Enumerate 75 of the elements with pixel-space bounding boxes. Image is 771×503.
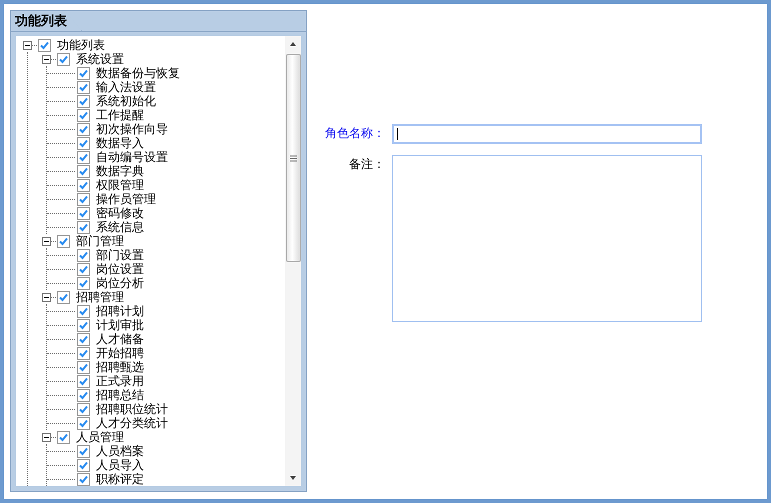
tree-item[interactable]: 人员管理	[76, 430, 124, 444]
checkbox[interactable]	[77, 346, 90, 360]
tree-item[interactable]: 功能列表	[57, 38, 105, 52]
collapse-icon[interactable]	[42, 292, 51, 302]
checkbox[interactable]	[77, 444, 90, 458]
tree-item[interactable]: 人才分类统计	[96, 416, 168, 430]
checkbox[interactable]	[77, 164, 90, 178]
tree-item[interactable]: 数据字典	[96, 164, 144, 178]
scrollbar[interactable]	[285, 36, 301, 486]
tree-item[interactable]: 招聘总结	[96, 388, 144, 402]
checkbox[interactable]	[77, 220, 90, 234]
tree-item[interactable]: 操作员管理	[96, 192, 156, 206]
notes-field[interactable]	[392, 155, 702, 322]
collapse-icon[interactable]	[23, 40, 32, 50]
tree-item[interactable]: 开始招聘	[96, 346, 144, 360]
checkbox[interactable]	[77, 332, 90, 346]
checkbox[interactable]	[57, 234, 70, 248]
checkbox[interactable]	[77, 416, 90, 430]
tree-item[interactable]: 岗位设置	[96, 262, 144, 276]
checkbox[interactable]	[57, 430, 70, 444]
tree-item[interactable]: 正式录用	[96, 374, 144, 388]
tree-item[interactable]: 招聘计划	[96, 304, 144, 318]
checkbox[interactable]	[77, 192, 90, 206]
tree-item[interactable]: 系统初始化	[96, 94, 156, 108]
checkbox[interactable]	[77, 360, 90, 374]
tree-item[interactable]: 人才储备	[96, 332, 144, 346]
checkbox[interactable]	[38, 38, 51, 52]
checkbox[interactable]	[77, 276, 90, 290]
checkbox[interactable]	[77, 206, 90, 220]
checkbox[interactable]	[77, 374, 90, 388]
checkbox[interactable]	[77, 108, 90, 122]
checkbox[interactable]	[77, 80, 90, 94]
tree-item[interactable]: 职称评定	[96, 472, 144, 486]
checkbox[interactable]	[77, 94, 90, 108]
tree-item[interactable]: 人员档案	[96, 444, 144, 458]
tree-item[interactable]: 岗位分析	[96, 276, 144, 290]
field-label: 角色名称：	[324, 125, 385, 142]
collapse-icon[interactable]	[42, 432, 51, 442]
checkbox[interactable]	[77, 472, 90, 486]
checkbox[interactable]	[57, 290, 70, 304]
checkbox[interactable]	[77, 122, 90, 136]
tree-item[interactable]: 工作提醒	[96, 108, 144, 122]
checkbox[interactable]	[77, 136, 90, 150]
checkbox[interactable]	[77, 458, 90, 472]
tree-item[interactable]: 数据备份与恢复	[96, 66, 180, 80]
tree-item[interactable]: 数据导入	[96, 136, 144, 150]
tree-item[interactable]: 自动编号设置	[96, 150, 168, 164]
checkbox[interactable]	[77, 402, 90, 416]
checkbox[interactable]	[77, 66, 90, 80]
checkbox[interactable]	[77, 150, 90, 164]
tree-item[interactable]: 输入法设置	[96, 80, 156, 94]
tree-item[interactable]: 系统信息	[96, 220, 144, 234]
tree-item[interactable]: 初次操作向导	[96, 122, 168, 136]
checkbox[interactable]	[77, 262, 90, 276]
tree-item[interactable]: 招聘管理	[76, 290, 124, 304]
role-name-field[interactable]	[392, 124, 702, 144]
collapse-icon[interactable]	[42, 236, 51, 246]
tree-item[interactable]: 招聘职位统计	[96, 402, 168, 416]
checkbox[interactable]	[77, 304, 90, 318]
checkbox[interactable]	[77, 318, 90, 332]
tree-item[interactable]: 人员导入	[96, 458, 144, 472]
tree-item[interactable]: 计划审批	[96, 318, 144, 332]
tree-item[interactable]: 系统设置	[76, 52, 124, 66]
tree-item[interactable]: 招聘甄选	[96, 360, 144, 374]
tree-item[interactable]: 权限管理	[96, 178, 144, 192]
field-label: 备注：	[348, 156, 385, 173]
tree-item[interactable]: 密码修改	[96, 206, 144, 220]
checkbox[interactable]	[77, 388, 90, 402]
tree-item[interactable]: 部门设置	[96, 248, 144, 262]
scroll-thumb[interactable]	[286, 54, 300, 262]
checkbox[interactable]	[77, 178, 90, 192]
checkbox[interactable]	[57, 52, 70, 66]
checkbox[interactable]	[77, 248, 90, 262]
collapse-icon[interactable]	[42, 54, 51, 64]
tree-item[interactable]: 部门管理	[76, 234, 124, 248]
